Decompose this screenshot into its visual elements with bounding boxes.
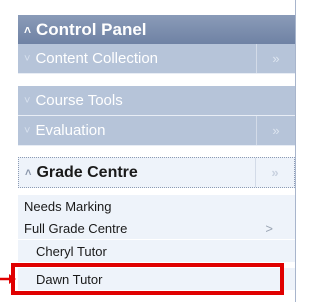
double-chevron-right-icon[interactable]: » — [256, 116, 295, 145]
menu-item-full-grade-centre[interactable]: Full Grade Centre > — [18, 217, 295, 239]
section-course-tools[interactable]: ˅ Course Tools — [18, 86, 295, 116]
section-label: Content Collection — [35, 50, 159, 67]
control-panel-header[interactable]: ˄ Control Panel — [18, 15, 295, 44]
menu-item-cheryl-tutor[interactable]: Cheryl Tutor — [18, 240, 295, 262]
chevron-right-icon: > — [265, 220, 273, 236]
chevron-down-icon: ˅ — [24, 52, 31, 65]
section-label: Evaluation — [35, 122, 106, 139]
double-chevron-right-icon[interactable]: » — [255, 158, 294, 187]
section-grade-centre[interactable]: ˄ Grade Centre » — [18, 157, 295, 188]
menu-item-label: Cheryl Tutor — [36, 243, 107, 259]
double-chevron-right-icon[interactable]: » — [256, 44, 295, 73]
chevron-up-icon: ˄ — [24, 22, 32, 37]
section-evaluation[interactable]: ˅ Evaluation » — [18, 116, 295, 146]
chevron-down-icon: ˅ — [24, 94, 31, 107]
section-content-collection[interactable]: ˅ Content Collection » — [18, 44, 295, 74]
arrow-right-icon — [0, 274, 16, 284]
control-panel-title: Control Panel — [36, 19, 147, 39]
menu-item-label: Full Grade Centre — [24, 220, 128, 236]
highlight-box — [11, 263, 284, 295]
section-label: Grade Centre — [36, 163, 138, 181]
control-panel: ˄ Control Panel ˅ Content Collection » ˅… — [18, 0, 296, 302]
menu-item-needs-marking[interactable]: Needs Marking — [18, 195, 295, 217]
menu-item-label: Needs Marking — [24, 198, 112, 214]
chevron-down-icon: ˅ — [24, 124, 31, 137]
chevron-up-icon: ˄ — [25, 166, 32, 179]
section-label: Course Tools — [35, 92, 123, 109]
